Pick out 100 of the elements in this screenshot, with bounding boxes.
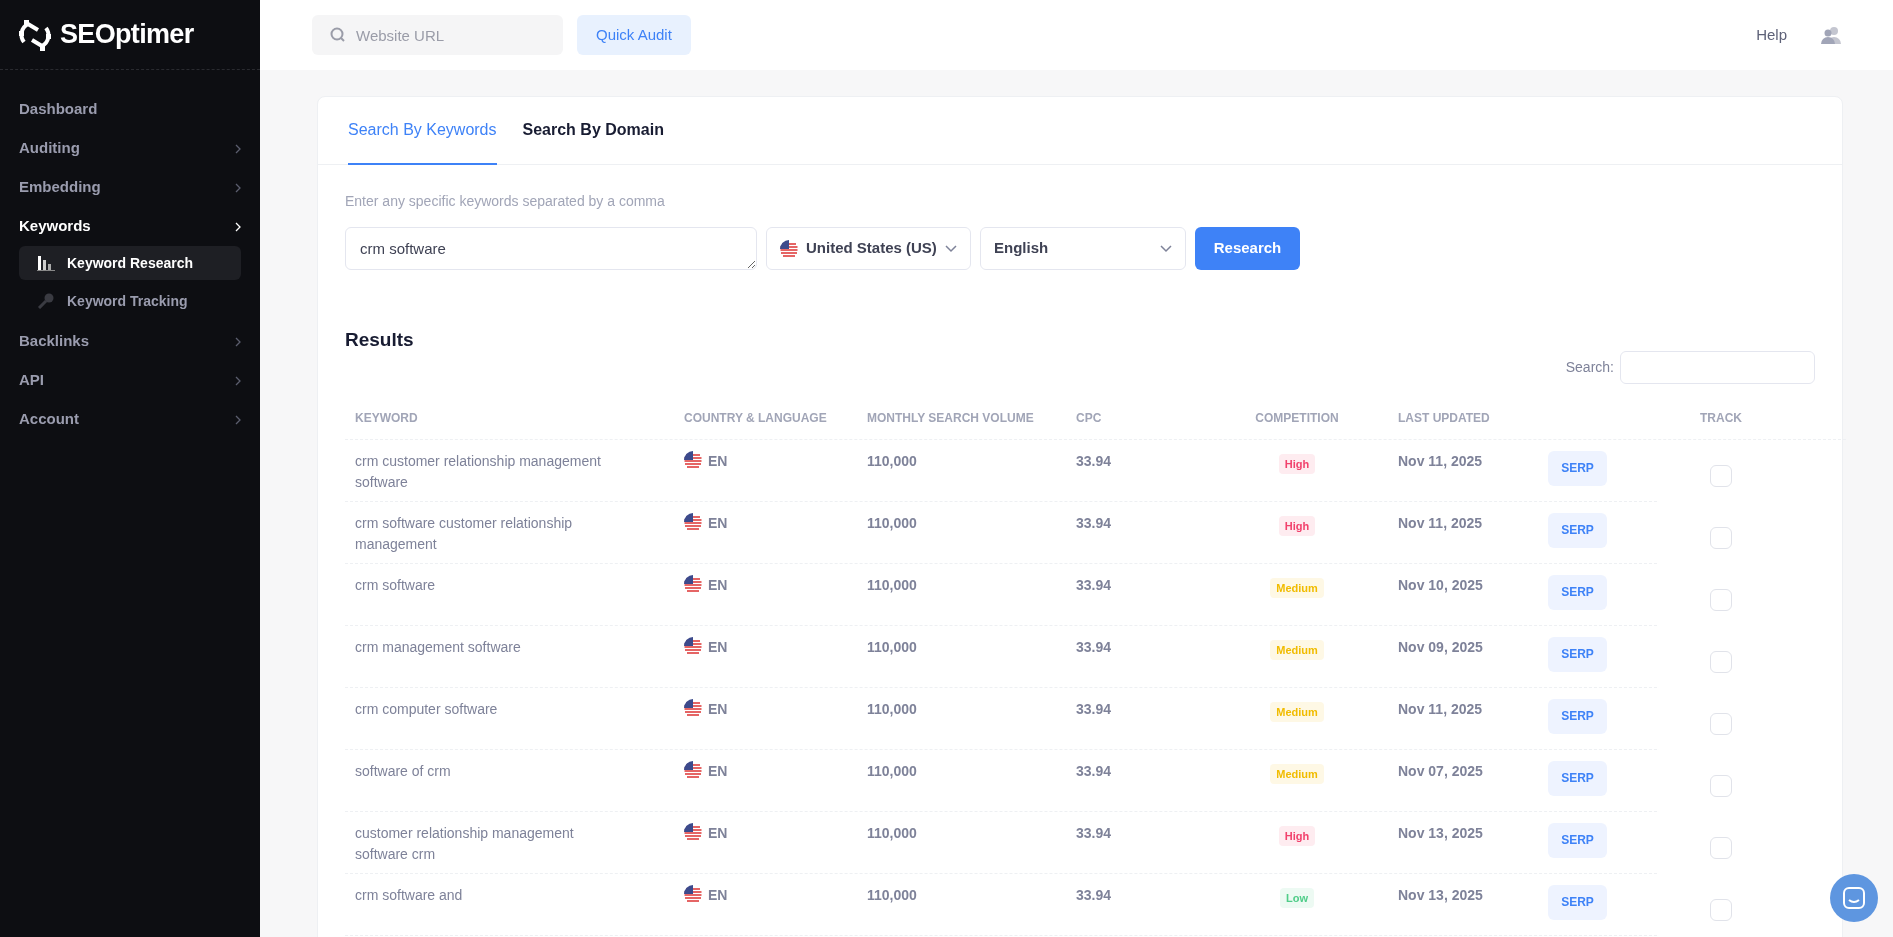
track-checkbox[interactable] [1710,774,1732,797]
brand-name: SEOptimer [60,18,194,52]
column-header: COMPETITION [1255,411,1339,425]
chevron-right-icon [235,336,241,347]
cpc-cell: 33.94 [1076,886,1112,903]
language-cell-text: EN [708,513,728,533]
volume-cell: 110,000 [867,638,917,655]
column-header: LAST UPDATED [1398,411,1490,425]
volume-cell: 110,000 [867,886,917,903]
research-button[interactable]: Research [1195,227,1300,270]
keyword-cell-text: crm software customer relationship management [355,513,574,554]
language-select[interactable]: English [980,227,1186,270]
column-header: KEYWORD [355,411,418,425]
tab[interactable]: Search By Domain [522,97,664,165]
column-header: TRACK [1700,411,1742,425]
country-select[interactable]: United States (US) [766,227,971,270]
date-cell: Nov 09, 2025 [1398,638,1483,655]
keyword-cell-text: crm software [355,575,437,595]
date-cell: Nov 10, 2025 [1398,576,1483,593]
column-header: MONTHLY SEARCH VOLUME [867,411,1034,425]
keyword-cell-text: crm management software [355,637,522,657]
nav-item[interactable]: Backlinks [19,322,241,361]
nav-item[interactable]: API [19,361,241,400]
bar-chart-icon [37,255,55,271]
keyword-cell-text: customer relationship management software crm [355,823,575,864]
url-field[interactable]: Website URL [312,15,563,55]
cpc-cell: 33.94 [1076,638,1112,655]
competition-badge: Medium [1270,639,1324,660]
volume-cell: 110,000 [867,824,917,841]
tab[interactable]: Search By Keywords [348,97,497,165]
chevron-right-icon [235,143,241,154]
nav-item[interactable]: Account [19,400,241,439]
competition-badge: High [1278,453,1316,474]
chevron-right-icon [235,375,241,386]
cpc-cell: 33.94 [1076,762,1112,779]
date-cell: Nov 07, 2025 [1398,762,1483,779]
chat-icon [1843,887,1865,909]
us-flag-icon [684,574,702,593]
nav-item[interactable]: Keywords [19,207,241,246]
us-flag-icon [684,512,702,531]
language-cell-text: EN [708,699,728,719]
us-flag-icon [684,636,702,655]
us-flag-icon [684,450,702,469]
nav-subitem[interactable]: Keyword Tracking [19,284,241,318]
chevron-right-icon [235,414,241,425]
language-cell-text: EN [708,575,728,595]
cpc-cell: 33.94 [1076,700,1112,717]
keyword-cell-text: crm computer software [355,699,499,719]
cpc-cell: 33.94 [1076,824,1112,841]
keyword-cell-text: crm software and [355,885,464,905]
table-search-field[interactable] [1620,350,1815,384]
keyword-cell-text: crm customer relationship management software [355,451,602,492]
track-checkbox[interactable] [1710,836,1732,859]
nav-item[interactable]: Embedding [19,168,241,207]
key-icon [37,293,55,309]
nav-item[interactable]: Auditing [19,129,241,168]
keyword-cell-text: software of crm [355,761,452,781]
us-flag-icon [684,760,702,779]
us-flag-icon [684,884,702,903]
language-cell-text: EN [708,823,728,843]
us-flag-icon [780,239,798,258]
chevron-right-icon [235,221,241,232]
volume-cell: 110,000 [867,762,917,779]
track-checkbox[interactable] [1710,898,1732,921]
volume-cell: 110,000 [867,700,917,717]
form-hint: Enter any specific keywords separated by a comma [345,192,666,211]
track-checkbox[interactable] [1710,526,1732,549]
language-cell-text: EN [708,885,728,905]
competition-badge: Medium [1270,701,1324,722]
nav-subitem[interactable]: Keyword Research [19,246,241,280]
us-flag-icon [684,698,702,717]
chevron-right-icon [235,182,241,193]
competition-badge: Medium [1270,763,1324,784]
date-cell: Nov 11, 2025 [1398,452,1483,469]
competition-badge: Medium [1270,577,1324,598]
date-cell: Nov 13, 2025 [1398,824,1483,841]
track-checkbox[interactable] [1710,650,1732,673]
language-cell-text: EN [708,761,728,781]
volume-cell: 110,000 [867,514,917,531]
date-cell: Nov 11, 2025 [1398,700,1483,717]
track-checkbox[interactable] [1710,588,1732,611]
competition-badge: High [1278,825,1316,846]
chevron-down-icon [1160,244,1172,253]
search-icon [330,27,346,43]
help-link[interactable]: Help [1756,23,1787,47]
language-cell-text: EN [708,637,728,657]
search-label: Search: [1565,357,1614,377]
competition-badge: High [1278,515,1316,536]
track-checkbox[interactable] [1710,464,1732,487]
chat-button[interactable] [1830,874,1878,922]
volume-cell: 110,000 [867,452,917,469]
column-header: COUNTRY & LANGUAGE [684,411,827,425]
users-icon[interactable] [1821,26,1841,44]
results-heading: Results [345,328,415,352]
track-checkbox[interactable] [1710,712,1732,735]
keywords-field[interactable]: crm software [345,227,757,270]
nav-item[interactable]: Dashboard [19,90,241,129]
competition-badge: Low [1280,887,1314,908]
date-cell: Nov 13, 2025 [1398,886,1483,903]
cpc-cell: 33.94 [1076,514,1112,531]
